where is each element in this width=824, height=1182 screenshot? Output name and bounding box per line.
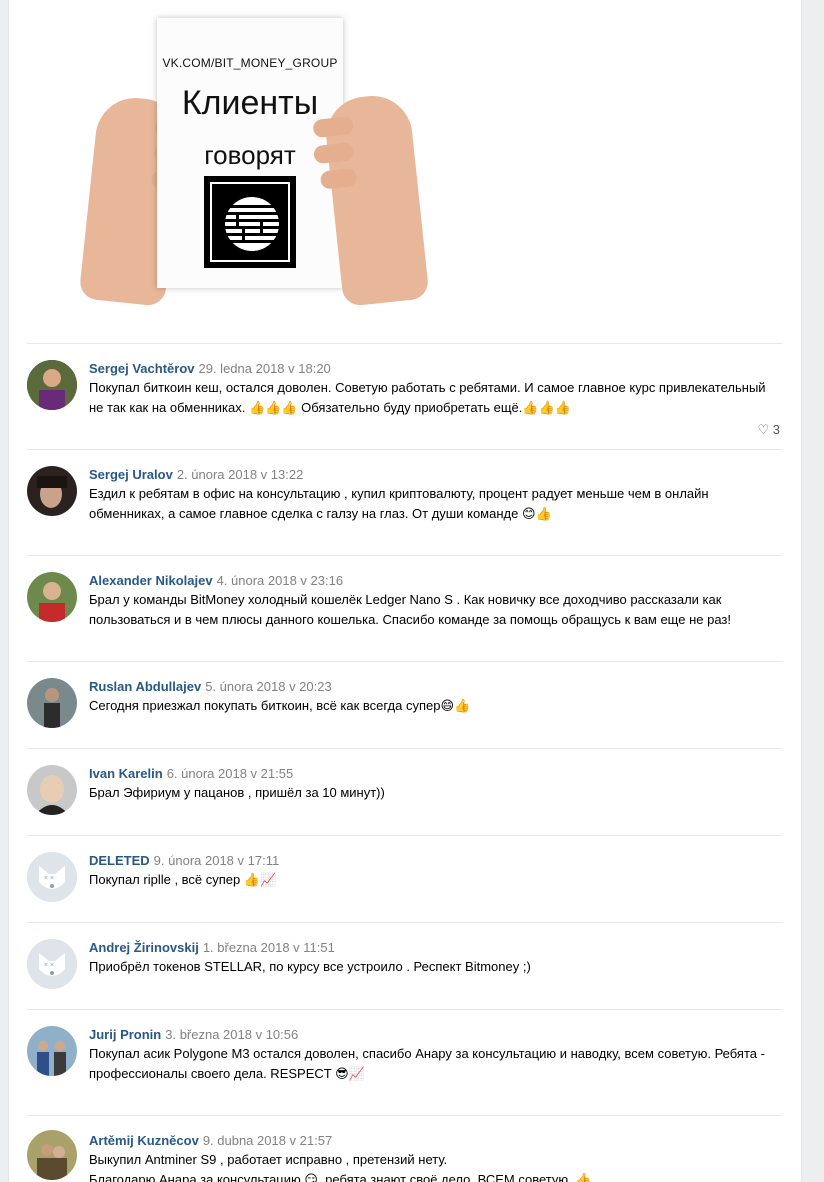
avatar[interactable] (27, 1026, 77, 1076)
comment-author[interactable]: Ruslan Abdullajev (89, 679, 201, 694)
comment-text: Выкупил Antminer S9 , работает исправно … (89, 1150, 779, 1182)
comment-text-line: Сегодня приезжал покупать биткоин, всё к… (89, 698, 471, 713)
comment-author[interactable]: Ivan Karelin (89, 766, 163, 781)
comment-author[interactable]: Artěmij Kuzněcov (89, 1133, 199, 1148)
deleted-user-avatar-icon[interactable]: × × (27, 939, 77, 989)
comment-date[interactable]: 29. ledna 2018 v 18:20 (199, 361, 331, 376)
comment-date[interactable]: 1. března 2018 v 11:51 (203, 940, 335, 955)
comment-text-line: пользоваться и в чем плюсы данного кошел… (89, 612, 731, 627)
comment-text-line: Покупал riplle , всё супер 👍📈 (89, 872, 277, 887)
bitmoney-logo-icon (204, 176, 296, 268)
comment-text-line: профессионалы своего дела. RESPECT 😎📈 (89, 1066, 365, 1081)
comment: Ruslan Abdullajev 5. února 2018 v 20:23 С… (27, 661, 782, 748)
comment-text-line: Брал у команды BitMoney холодный кошелёк… (89, 592, 722, 607)
comment-text: Брал Эфириум у пацанов , пришёл за 10 ми… (89, 783, 779, 803)
like-count: 3 (772, 422, 780, 437)
avatar[interactable] (27, 360, 77, 410)
comment-author[interactable]: Sergej Uralov (89, 467, 173, 482)
comment: × × DELETED 9. února 2018 v 17:11 Покупал… (27, 835, 782, 922)
post-image[interactable]: VK.COM/BIT_MONEY_GROUP Клиенты говорят (78, 18, 430, 307)
comment-text: Покупал riplle , всё супер 👍📈 (89, 870, 779, 890)
svg-text:× ×: × × (44, 962, 54, 969)
heart-icon: ♡ (757, 422, 770, 437)
comment-date[interactable]: 5. února 2018 v 20:23 (205, 679, 332, 694)
comment-text: Покупал биткоин кеш, остался доволен. Со… (89, 378, 779, 418)
comment-text: Покупал асик Polygone M3 остался доволен… (89, 1044, 779, 1084)
comment-author[interactable]: Andrej Žirinovskij (89, 940, 199, 955)
comment: Sergej Uralov 2. února 2018 v 13:22 Ездил… (27, 449, 782, 555)
comment-text: Брал у команды BitMoney холодный кошелёк… (89, 590, 779, 630)
page: VK.COM/BIT_MONEY_GROUP Клиенты говорят S… (8, 0, 802, 1182)
poster-url: VK.COM/BIT_MONEY_GROUP (162, 56, 338, 70)
comment-date[interactable]: 9. dubna 2018 v 21:57 (203, 1133, 332, 1148)
comment-text-line: Покупал асик Polygone M3 остался доволен… (89, 1046, 765, 1061)
comment-text-line: Ездил к ребятам в офис на консультацию ,… (89, 486, 709, 501)
comment-author[interactable]: Jurij Pronin (89, 1027, 161, 1042)
comments-list: Sergej Vachtěrov 29. ledna 2018 v 18:20 П… (27, 343, 782, 1182)
deleted-user-avatar-icon[interactable]: × × (27, 852, 77, 902)
svg-text:× ×: × × (44, 875, 54, 882)
comment-date[interactable]: 2. února 2018 v 13:22 (177, 467, 304, 482)
comment-text-line: Покупал биткоин кеш, остался доволен. Со… (89, 380, 766, 395)
comment-text-line: Выкупил Antminer S9 , работает исправно … (89, 1152, 448, 1167)
poster-title-line1: Клиенты (181, 84, 319, 122)
comment: × × Andrej Žirinovskij 1. března 2018 v 1… (27, 922, 782, 1009)
comment-date[interactable]: 9. února 2018 v 17:11 (154, 853, 280, 868)
comment-text-line: не так как на обменниках. 👍👍👍 Обязательн… (89, 400, 571, 415)
comment-text-line: Приобрёл токенов STELLAR, по курсу все у… (89, 959, 531, 974)
comment: Alexander Nikolajev 4. února 2018 v 23:16… (27, 555, 782, 661)
comment: Ivan Karelin 6. února 2018 v 21:55 Брал Э… (27, 748, 782, 835)
comment-text: Приобрёл токенов STELLAR, по курсу все у… (89, 957, 779, 977)
comment-text-line: обменниках, а самое главное сделка с гал… (89, 506, 552, 521)
comment-date[interactable]: 3. března 2018 v 10:56 (165, 1027, 298, 1042)
avatar[interactable] (27, 678, 77, 728)
comment-author[interactable]: Sergej Vachtěrov (89, 361, 195, 376)
avatar[interactable] (27, 466, 77, 516)
comment-date[interactable]: 4. února 2018 v 23:16 (217, 573, 344, 588)
avatar[interactable] (27, 572, 77, 622)
comment-author[interactable]: DELETED (89, 853, 150, 868)
comment-text: Сегодня приезжал покупать биткоин, всё к… (89, 696, 779, 716)
comment: Artěmij Kuzněcov 9. dubna 2018 v 21:57 Вы… (27, 1115, 782, 1182)
avatar[interactable] (27, 1130, 77, 1180)
comment-author[interactable]: Alexander Nikolajev (89, 573, 213, 588)
comment-text-line: Благодарю Анара за консультацию 😏, ребят… (89, 1172, 592, 1182)
comment-date[interactable]: 6. února 2018 v 21:55 (167, 766, 294, 781)
comment: Sergej Vachtěrov 29. ledna 2018 v 18:20 П… (27, 343, 782, 449)
avatar[interactable] (27, 765, 77, 815)
comment-text: Ездил к ребятам в офис на консультацию ,… (89, 484, 779, 524)
comment-text-line: Брал Эфириум у пацанов , пришёл за 10 ми… (89, 785, 385, 800)
like-button[interactable]: ♡ 3 (757, 422, 780, 438)
comment: Jurij Pronin 3. března 2018 v 10:56 Покуп… (27, 1009, 782, 1115)
